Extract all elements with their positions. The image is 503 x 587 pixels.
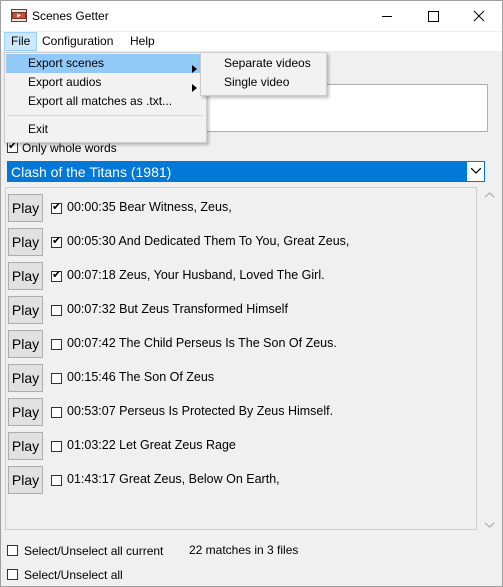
match-text: 00:05:30 And Dedicated Them To You, Grea… — [67, 234, 350, 248]
table-row: Play 00:05:30 And Dedicated Them To You, … — [8, 228, 468, 258]
select-all-current-option[interactable]: Select/Unselect all current — [7, 543, 163, 558]
matches-list: Play 00:00:35 Bear Witness, Zeus, Play 00:0… — [5, 187, 477, 530]
match-text: 00:00:35 Bear Witness, Zeus, — [67, 200, 232, 214]
play-button[interactable]: Play — [8, 398, 43, 426]
status-text: 22 matches in 3 files — [189, 543, 299, 557]
menu-item-export-scenes[interactable]: Export scenes — [6, 54, 205, 73]
row-checkbox[interactable] — [51, 441, 62, 452]
select-all-option[interactable]: Select/Unselect all — [7, 567, 123, 582]
menu-item-export-txt[interactable]: Export all matches as .txt... — [6, 92, 205, 111]
match-text: 00:15:46 The Son Of Zeus — [67, 370, 215, 384]
matches-scrollbar[interactable] — [481, 187, 498, 533]
match-text: 00:07:32 But Zeus Transformed Himself — [67, 302, 288, 316]
play-button[interactable]: Play — [8, 194, 43, 222]
row-checkbox[interactable] — [51, 201, 62, 214]
play-button[interactable]: Play — [8, 228, 43, 256]
menu-item-export-txt-label: Export all matches as .txt... — [28, 94, 173, 108]
menu-configuration[interactable]: Configuration — [36, 32, 119, 51]
play-button[interactable]: Play — [8, 296, 43, 324]
play-button[interactable]: Play — [8, 466, 43, 494]
menu-item-single-video-label: Single video — [224, 75, 290, 89]
menu-item-export-audios-label: Export audios — [28, 75, 102, 89]
select-all-current-label: Select/Unselect all current — [24, 543, 164, 558]
close-button[interactable] — [456, 1, 502, 31]
app-window: Scenes Getter File Configuration Help On… — [0, 0, 503, 587]
chevron-down-icon[interactable] — [467, 162, 484, 181]
only-whole-words-checkbox[interactable] — [7, 140, 18, 154]
table-row: Play 00:07:32 But Zeus Transformed Himsel… — [8, 296, 468, 326]
title-bar: Scenes Getter — [1, 1, 502, 31]
play-button[interactable]: Play — [8, 330, 43, 358]
menu-item-exit[interactable]: Exit — [6, 120, 205, 139]
play-button[interactable]: Play — [8, 262, 43, 290]
match-text: 01:03:22 Let Great Zeus Rage — [67, 438, 236, 452]
row-checkbox[interactable] — [51, 235, 62, 248]
file-menu-dropdown: Export scenes Export audios Export all m… — [4, 52, 207, 143]
movie-select-value: Clash of the Titans (1981) — [11, 164, 172, 180]
select-all-label: Select/Unselect all — [24, 567, 123, 582]
table-row: Play 00:15:46 The Son Of Zeus — [8, 364, 468, 394]
match-text: 00:07:18 Zeus, Your Husband, Loved The G… — [67, 268, 325, 282]
table-row: Play 00:07:18 Zeus, Your Husband, Loved T… — [8, 262, 468, 292]
row-checkbox[interactable] — [51, 475, 62, 486]
movie-select[interactable]: Clash of the Titans (1981) — [7, 161, 485, 182]
table-row: Play 00:53:07 Perseus Is Protected By Zeu… — [8, 398, 468, 428]
play-button[interactable]: Play — [8, 432, 43, 460]
menu-help[interactable]: Help — [124, 32, 161, 51]
table-row: Play 01:43:17 Great Zeus, Below On Earth, — [8, 466, 468, 496]
row-checkbox[interactable] — [51, 269, 62, 282]
minimize-button[interactable] — [364, 1, 410, 31]
menu-separator — [7, 115, 203, 116]
window-title: Scenes Getter — [32, 9, 109, 23]
row-checkbox[interactable] — [51, 407, 62, 418]
row-checkbox[interactable] — [51, 305, 62, 316]
menu-file[interactable]: File — [4, 32, 38, 51]
match-text: 00:07:42 The Child Perseus Is The Son Of… — [67, 336, 337, 350]
table-row: Play 01:03:22 Let Great Zeus Rage — [8, 432, 468, 462]
row-checkbox[interactable] — [51, 339, 62, 350]
match-text: 00:53:07 Perseus Is Protected By Zeus Hi… — [67, 404, 334, 418]
menu-bar: File Configuration Help — [1, 32, 502, 51]
menu-item-separate-videos[interactable]: Separate videos — [202, 54, 325, 73]
menu-item-exit-label: Exit — [28, 122, 49, 136]
maximize-button[interactable] — [410, 1, 456, 31]
export-scenes-submenu: Separate videos Single video — [200, 52, 327, 96]
app-icon — [11, 9, 27, 22]
play-button[interactable]: Play — [8, 364, 43, 392]
scroll-up-icon[interactable] — [481, 187, 498, 204]
scroll-down-icon[interactable] — [481, 516, 498, 533]
menu-item-export-audios[interactable]: Export audios — [6, 73, 205, 92]
menu-item-single-video[interactable]: Single video — [202, 73, 325, 92]
match-text: 01:43:17 Great Zeus, Below On Earth, — [67, 472, 280, 486]
select-all-current-checkbox[interactable] — [7, 545, 18, 557]
select-all-checkbox[interactable] — [7, 569, 18, 581]
menu-item-separate-videos-label: Separate videos — [224, 56, 311, 70]
menu-item-export-scenes-label: Export scenes — [28, 56, 105, 70]
table-row: Play 00:07:42 The Child Perseus Is The So… — [8, 330, 468, 360]
row-checkbox[interactable] — [51, 373, 62, 384]
table-row: Play 00:00:35 Bear Witness, Zeus, — [8, 194, 468, 224]
